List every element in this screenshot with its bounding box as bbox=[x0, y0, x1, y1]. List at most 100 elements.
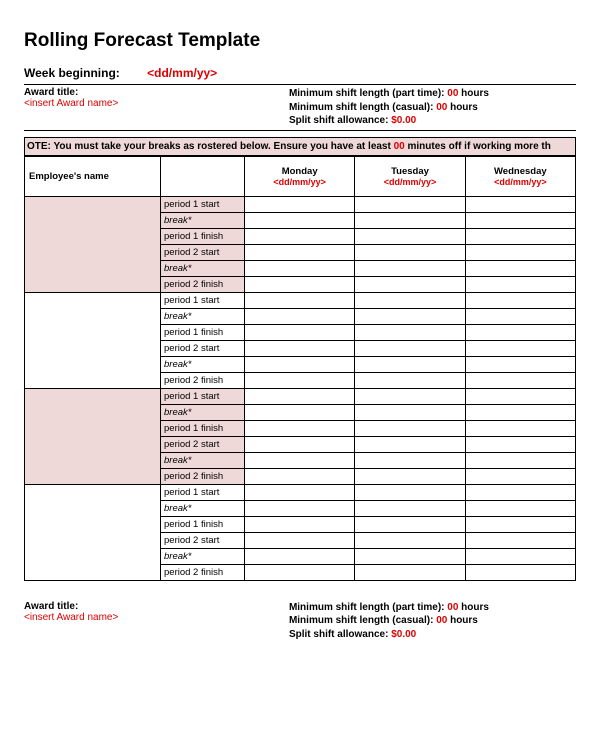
schedule-cell[interactable] bbox=[355, 196, 465, 212]
schedule-cell[interactable] bbox=[245, 548, 355, 564]
schedule-cell[interactable] bbox=[465, 356, 575, 372]
award-title-value-bottom: <insert Award name> bbox=[24, 612, 289, 623]
schedule-cell[interactable] bbox=[355, 276, 465, 292]
employee-name-cell[interactable] bbox=[25, 196, 161, 292]
schedule-cell[interactable] bbox=[355, 404, 465, 420]
period-label: break* bbox=[161, 452, 245, 468]
schedule-cell[interactable] bbox=[355, 228, 465, 244]
period-label: period 1 finish bbox=[161, 420, 245, 436]
schedule-cell[interactable] bbox=[245, 276, 355, 292]
schedule-cell[interactable] bbox=[355, 372, 465, 388]
schedule-cell[interactable] bbox=[465, 564, 575, 580]
schedule-cell[interactable] bbox=[245, 532, 355, 548]
schedule-cell[interactable] bbox=[355, 420, 465, 436]
schedule-cell[interactable] bbox=[355, 548, 465, 564]
schedule-cell[interactable] bbox=[355, 308, 465, 324]
employee-name-cell[interactable] bbox=[25, 484, 161, 580]
schedule-cell[interactable] bbox=[465, 484, 575, 500]
period-label: period 1 finish bbox=[161, 324, 245, 340]
schedule-cell[interactable] bbox=[355, 468, 465, 484]
min-shift-parttime: Minimum shift length (part time): 00 hou… bbox=[289, 87, 576, 101]
schedule-cell[interactable] bbox=[465, 420, 575, 436]
schedule-cell[interactable] bbox=[245, 564, 355, 580]
schedule-cell[interactable] bbox=[355, 212, 465, 228]
schedule-cell[interactable] bbox=[465, 228, 575, 244]
schedule-cell[interactable] bbox=[465, 532, 575, 548]
schedule-cell[interactable] bbox=[245, 292, 355, 308]
period-label: break* bbox=[161, 212, 245, 228]
page-title: Rolling Forecast Template bbox=[24, 30, 576, 52]
schedule-cell[interactable] bbox=[245, 308, 355, 324]
schedule-cell[interactable] bbox=[355, 452, 465, 468]
schedule-cell[interactable] bbox=[245, 244, 355, 260]
award-title-label: Award title: bbox=[24, 87, 289, 98]
schedule-cell[interactable] bbox=[245, 388, 355, 404]
schedule-cell[interactable] bbox=[245, 484, 355, 500]
schedule-cell[interactable] bbox=[245, 260, 355, 276]
schedule-cell[interactable] bbox=[245, 372, 355, 388]
period-label: period 1 finish bbox=[161, 228, 245, 244]
schedule-cell[interactable] bbox=[355, 516, 465, 532]
schedule-cell[interactable] bbox=[245, 436, 355, 452]
period-label: period 2 finish bbox=[161, 468, 245, 484]
schedule-cell[interactable] bbox=[245, 356, 355, 372]
schedule-cell[interactable] bbox=[465, 196, 575, 212]
period-label: period 2 start bbox=[161, 436, 245, 452]
schedule-cell[interactable] bbox=[355, 564, 465, 580]
employee-name-cell[interactable] bbox=[25, 292, 161, 388]
period-label: period 2 start bbox=[161, 532, 245, 548]
schedule-cell[interactable] bbox=[465, 212, 575, 228]
schedule-cell[interactable] bbox=[465, 340, 575, 356]
schedule-cell[interactable] bbox=[355, 292, 465, 308]
schedule-cell[interactable] bbox=[355, 356, 465, 372]
award-title-label-bottom: Award title: bbox=[24, 601, 289, 612]
schedule-cell[interactable] bbox=[245, 340, 355, 356]
schedule-cell[interactable] bbox=[245, 212, 355, 228]
period-label: period 1 finish bbox=[161, 516, 245, 532]
table-row: period 1 start bbox=[25, 196, 576, 212]
period-label: break* bbox=[161, 308, 245, 324]
schedule-cell[interactable] bbox=[465, 260, 575, 276]
schedule-cell[interactable] bbox=[245, 420, 355, 436]
schedule-cell[interactable] bbox=[465, 372, 575, 388]
schedule-cell[interactable] bbox=[465, 436, 575, 452]
schedule-cell[interactable] bbox=[465, 244, 575, 260]
schedule-cell[interactable] bbox=[355, 484, 465, 500]
schedule-cell[interactable] bbox=[245, 196, 355, 212]
schedule-cell[interactable] bbox=[465, 404, 575, 420]
schedule-cell[interactable] bbox=[355, 500, 465, 516]
schedule-cell[interactable] bbox=[245, 228, 355, 244]
schedule-cell[interactable] bbox=[355, 244, 465, 260]
schedule-cell[interactable] bbox=[465, 548, 575, 564]
schedule-cell[interactable] bbox=[465, 292, 575, 308]
period-label: period 2 finish bbox=[161, 276, 245, 292]
schedule-cell[interactable] bbox=[245, 516, 355, 532]
schedule-cell[interactable] bbox=[355, 388, 465, 404]
period-label: break* bbox=[161, 260, 245, 276]
employee-name-cell[interactable] bbox=[25, 388, 161, 484]
schedule-cell[interactable] bbox=[355, 532, 465, 548]
schedule-cell[interactable] bbox=[465, 308, 575, 324]
schedule-cell[interactable] bbox=[465, 452, 575, 468]
schedule-cell[interactable] bbox=[465, 468, 575, 484]
period-label: break* bbox=[161, 500, 245, 516]
schedule-cell[interactable] bbox=[355, 340, 465, 356]
schedule-cell[interactable] bbox=[355, 324, 465, 340]
table-row: period 1 start bbox=[25, 292, 576, 308]
schedule-cell[interactable] bbox=[465, 276, 575, 292]
schedule-cell[interactable] bbox=[355, 436, 465, 452]
schedule-cell[interactable] bbox=[465, 500, 575, 516]
schedule-cell[interactable] bbox=[245, 404, 355, 420]
schedule-cell[interactable] bbox=[245, 324, 355, 340]
schedule-cell[interactable] bbox=[355, 260, 465, 276]
period-label: break* bbox=[161, 356, 245, 372]
schedule-cell[interactable] bbox=[465, 388, 575, 404]
schedule-cell[interactable] bbox=[465, 324, 575, 340]
col-employee: Employee's name bbox=[25, 156, 161, 196]
schedule-cell[interactable] bbox=[465, 516, 575, 532]
split-shift-allowance: Split shift allowance: $0.00 bbox=[289, 114, 576, 128]
period-label: period 1 start bbox=[161, 484, 245, 500]
schedule-cell[interactable] bbox=[245, 500, 355, 516]
schedule-cell[interactable] bbox=[245, 468, 355, 484]
schedule-cell[interactable] bbox=[245, 452, 355, 468]
